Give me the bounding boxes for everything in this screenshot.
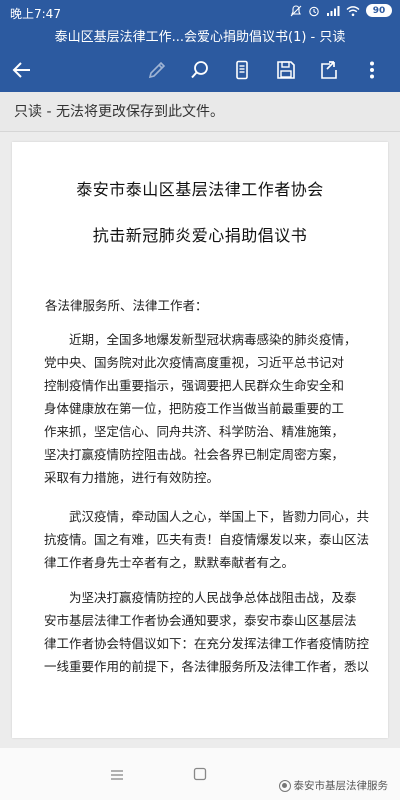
paragraph-line: 近期，全国多地爆发新型冠状病毒感染的肺炎疫情， [69, 332, 357, 347]
paragraph-line: 作来抓，坚定信心、同舟共济、科学防治、精准施策， [44, 424, 345, 439]
paragraph-line: 为坚决打赢疫情防控的人民战争总体战阻击战，及泰 [69, 590, 357, 605]
toolbar [0, 50, 400, 90]
salutation: 各法律服务所、法律工作者： [45, 298, 208, 313]
paragraph-line: 身体健康放在第一位，把防疫工作当做当前最重要的工 [44, 401, 345, 416]
mute-icon [290, 4, 302, 16]
save-icon[interactable] [272, 56, 300, 84]
status-bar: 晚上7:47 90 [0, 0, 400, 24]
paragraph-line: 律工作者协会特倡议如下：在充分发挥法律工作者疫情防控 [44, 636, 370, 651]
wifi-icon [346, 5, 360, 16]
search-icon[interactable] [186, 56, 214, 84]
document-page[interactable]: 泰安市泰山区基层法律工作者协会 抗击新冠肺炎爱心捐助倡议书 各法律服务所、法律工… [12, 142, 388, 738]
back-arrow-icon[interactable] [8, 56, 36, 84]
watermark-text: 泰安市基层法律服务 [293, 780, 389, 792]
watermark: 泰安市基层法律服务 [278, 778, 389, 793]
paragraph-line: 武汉疫情，牵动国人之心，举国上下，皆勠力同心，共 [69, 509, 370, 524]
signal-icon [327, 5, 340, 16]
status-icons: 90 [290, 4, 392, 17]
paragraph-1: 近期，全国多地爆发新型冠状病毒感染的肺炎疫情， 党中央、国务院对此次疫情高度重视… [44, 328, 360, 489]
paragraph-line: 安市基层法律工作者协会通知要求，泰安市泰山区基层法 [44, 613, 357, 628]
more-icon[interactable] [358, 56, 386, 84]
pen-icon[interactable] [143, 56, 171, 84]
readonly-notice: 只读 - 无法将更改保存到此文件。 [0, 92, 400, 132]
paragraph-line: 律工作者身先士卒者有之，默默奉献者有之。 [44, 555, 295, 570]
paragraph-line: 采取有力措施，进行有效防控。 [44, 470, 220, 485]
mobile-view-icon[interactable] [228, 56, 256, 84]
document-heading-2: 抗击新冠肺炎爱心捐助倡议书 [92, 226, 308, 245]
paragraph-line: 控制疫情作出重要指示，强调要把人民群众生命安全和 [44, 378, 345, 393]
paragraph-line: 坚决打赢疫情防控阻击战。社会各界已制定周密方案， [44, 447, 345, 462]
menu-icon[interactable] [110, 766, 124, 785]
battery-level: 90 [372, 5, 386, 16]
paragraph-3: 为坚决打赢疫情防控的人民战争总体战阻击战，及泰 安市基层法律工作者协会通知要求，… [44, 586, 370, 678]
document-title: 泰山区基层法律工作...会爱心捐助倡议书(1) - 只读 [54, 30, 346, 45]
share-icon[interactable] [315, 56, 343, 84]
app-header: 晚上7:47 90 泰山区基层法律工作...会爱心捐助倡议书(1) - 只读 [0, 0, 400, 92]
wechat-logo-icon [278, 779, 291, 792]
status-time: 晚上7:47 [10, 7, 61, 21]
paragraph-line: 一线重要作用的前提下，各法律服务所及法律工作者，悉以 [44, 659, 370, 674]
alarm-icon [309, 6, 319, 16]
battery-icon: 90 [366, 4, 392, 17]
home-icon[interactable] [193, 766, 207, 785]
document-heading-1: 泰安市泰山区基层法律工作者协会 [76, 180, 324, 199]
paragraph-line: 抗疫情。国之有难，匹夫有责！自疫情爆发以来，泰山区法 [44, 532, 370, 547]
paragraph-2: 武汉疫情，牵动国人之心，举国上下，皆勠力同心，共 抗疫情。国之有难，匹夫有责！自… [44, 505, 370, 574]
paragraph-line: 党中央、国务院对此次疫情高度重视，习近平总书记对 [44, 355, 345, 370]
